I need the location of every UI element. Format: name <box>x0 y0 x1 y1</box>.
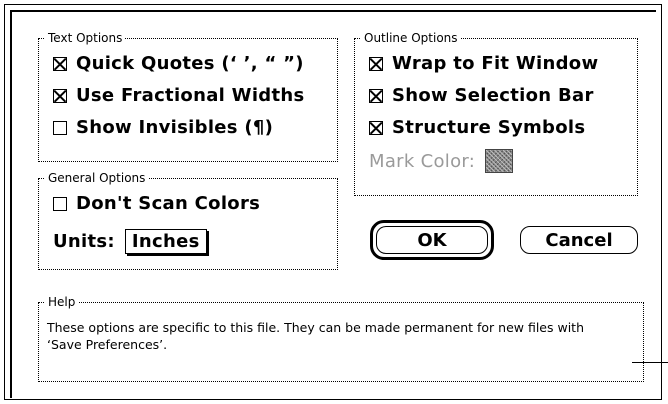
structure-symbols-checkbox[interactable]: Structure Symbols <box>369 117 585 138</box>
mark-color-row: Mark Color: <box>369 149 514 173</box>
checkbox-checked-icon[interactable] <box>369 56 383 71</box>
show-selection-bar-checkbox[interactable]: Show Selection Bar <box>369 85 594 106</box>
divider-line <box>632 362 668 363</box>
show-selection-bar-label: Show Selection Bar <box>392 85 594 106</box>
ok-button[interactable]: OK <box>376 226 488 254</box>
help-text: These options are specific to this file.… <box>47 320 584 352</box>
mark-color-swatch <box>485 149 514 173</box>
mark-color-label: Mark Color: <box>369 150 476 172</box>
quick-quotes-label: Quick Quotes (‘ ’, “ ”) <box>76 53 304 74</box>
show-invisibles-label: Show Invisibles (¶) <box>76 117 274 138</box>
dialog-window: Text Options Quick Quotes (‘ ’, “ ”) Use… <box>10 10 668 398</box>
dont-scan-colors-label: Don't Scan Colors <box>76 193 261 214</box>
checkbox-unchecked-icon[interactable] <box>53 196 67 211</box>
checkbox-unchecked-icon[interactable] <box>53 120 67 135</box>
dont-scan-colors-checkbox[interactable]: Don't Scan Colors <box>53 193 260 214</box>
outline-options-title: Outline Options <box>361 30 461 46</box>
structure-symbols-label: Structure Symbols <box>392 117 586 138</box>
outline-options-group: Outline Options Wrap to Fit Window Show … <box>354 30 638 196</box>
general-options-group: General Options Don't Scan Colors Units:… <box>38 170 338 270</box>
fractional-widths-label: Use Fractional Widths <box>76 85 305 106</box>
checkbox-checked-icon[interactable] <box>53 88 67 103</box>
show-invisibles-checkbox[interactable]: Show Invisibles (¶) <box>53 117 273 138</box>
text-options-group: Text Options Quick Quotes (‘ ’, “ ”) Use… <box>38 30 338 162</box>
units-popup[interactable]: Inches <box>124 229 207 254</box>
quick-quotes-checkbox[interactable]: Quick Quotes (‘ ’, “ ”) <box>53 53 304 74</box>
wrap-to-fit-checkbox[interactable]: Wrap to Fit Window <box>369 53 598 74</box>
text-options-title: Text Options <box>45 30 126 46</box>
help-title: Help <box>45 294 79 310</box>
fractional-widths-checkbox[interactable]: Use Fractional Widths <box>53 85 305 106</box>
checkbox-checked-icon[interactable] <box>369 120 383 135</box>
general-options-title: General Options <box>45 170 149 186</box>
help-group: Help These options are specific to this … <box>38 294 644 382</box>
units-label: Units: <box>53 231 115 252</box>
checkbox-checked-icon[interactable] <box>53 56 67 71</box>
checkbox-checked-icon[interactable] <box>369 88 383 103</box>
wrap-to-fit-label: Wrap to Fit Window <box>392 53 599 74</box>
cancel-button[interactable]: Cancel <box>520 226 638 254</box>
units-row: Units: Inches <box>53 229 207 254</box>
